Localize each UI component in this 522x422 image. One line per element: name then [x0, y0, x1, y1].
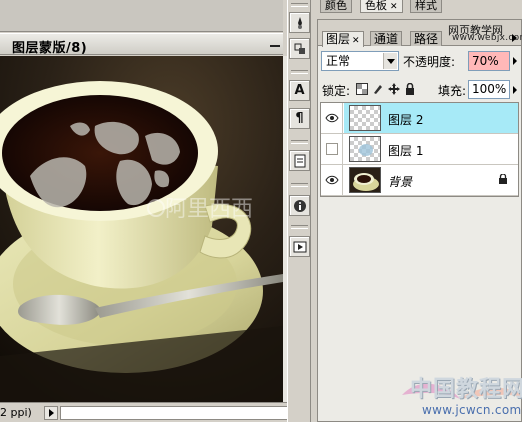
document-title: 图层蒙版/8)	[12, 41, 88, 56]
layer-row-background[interactable]: 背景	[321, 165, 518, 196]
swatches-panel-tabs: 颜色 色板 ✕ 样式	[312, 0, 522, 13]
tab-channels[interactable]: 通道	[370, 31, 403, 46]
panel-dock-strip: A ¶	[287, 0, 311, 422]
layer-body[interactable]: 背景	[344, 165, 518, 195]
info-icon[interactable]	[289, 195, 310, 216]
dock-grip[interactable]	[291, 70, 308, 74]
eye-icon[interactable]	[325, 113, 339, 123]
opacity-field[interactable]: 70%	[468, 51, 510, 71]
tab-swatches[interactable]: 色板 ✕	[360, 0, 403, 13]
status-bar: 2 ppi)	[0, 402, 310, 422]
layer-body[interactable]: 图层 1	[344, 134, 518, 164]
horizontal-scrollbar[interactable]	[60, 406, 308, 420]
document-top-bar	[0, 0, 283, 32]
lock-icon	[499, 174, 507, 184]
minimize-icon[interactable]	[270, 37, 280, 47]
document-canvas[interactable]: 阿里西西	[0, 56, 283, 402]
fill-slider-arrow-icon[interactable]	[513, 86, 517, 94]
fill-field[interactable]: 100%	[468, 80, 510, 99]
close-icon[interactable]: ✕	[390, 2, 398, 12]
paragraph-icon[interactable]: ¶	[289, 108, 310, 129]
dock-grip[interactable]	[291, 225, 308, 229]
lock-transparency-icon[interactable]	[356, 83, 368, 95]
lock-image-brush-icon[interactable]	[372, 83, 384, 95]
character-icon[interactable]: A	[289, 80, 310, 101]
panel-menu-icon[interactable]	[512, 34, 517, 42]
status-menu-button[interactable]	[44, 406, 58, 420]
actions-play-icon[interactable]	[289, 236, 310, 257]
bottom-watermark: 中国教程网 www.jcwcn.com	[400, 365, 522, 422]
tab-styles[interactable]: 样式	[410, 0, 442, 13]
bottom-watermark-text: 中国教程网	[410, 377, 522, 402]
opacity-label: 不透明度:	[403, 55, 456, 69]
layer-list: 图层 2 图层 1 背景	[320, 102, 519, 197]
status-zoom[interactable]: 2 ppi)	[0, 406, 42, 420]
blend-row: 正常 不透明度: 70%	[318, 50, 521, 72]
layer-thumbnail	[349, 167, 381, 193]
layer-name[interactable]: 图层 2	[388, 111, 423, 128]
tab-layers[interactable]: 图层 ✕	[322, 31, 364, 47]
lock-all-icon[interactable]	[404, 83, 416, 95]
bottom-watermark-url: www.jcwcn.com	[422, 403, 522, 417]
canvas-watermark: 阿里西西	[165, 197, 253, 222]
layers-panel-tabs: 网页教学网 www.webjx.com 图层 ✕ 通道 路径	[318, 20, 522, 47]
brush-preset-icon[interactable]	[289, 12, 310, 33]
tab-paths[interactable]: 路径	[410, 31, 443, 46]
opacity-slider-arrow-icon[interactable]	[513, 57, 517, 65]
lock-label: 锁定:	[322, 84, 351, 98]
fill-label: 填充:	[438, 84, 467, 98]
layer-name[interactable]: 背景	[388, 173, 412, 190]
layer-row-layer-2[interactable]: 图层 2	[321, 103, 518, 134]
dock-grip[interactable]	[291, 183, 308, 187]
chevron-down-icon[interactable]	[383, 53, 397, 69]
hidden-visibility-box[interactable]	[326, 143, 338, 155]
lock-position-move-icon[interactable]	[388, 83, 400, 95]
layer-row-layer-1[interactable]: 图层 1	[321, 134, 518, 165]
blend-mode-select[interactable]: 正常	[321, 51, 399, 71]
eye-icon[interactable]	[325, 175, 339, 185]
layer-visibility-toggle[interactable]	[321, 165, 343, 195]
notes-icon[interactable]	[289, 150, 310, 171]
coffee-cup-image: 阿里西西	[0, 56, 283, 402]
document-title-bar[interactable]: 图层蒙版/8)	[0, 33, 283, 56]
layer-name[interactable]: 图层 1	[388, 142, 423, 159]
layer-thumbnail	[349, 136, 381, 162]
close-icon[interactable]: ✕	[352, 36, 360, 46]
lock-row: 锁定: 填充: 100%	[318, 78, 521, 100]
layers-panel: 网页教学网 www.webjx.com 图层 ✕ 通道 路径 正常 不透明度: 7…	[317, 19, 522, 422]
panel-area: 颜色 色板 ✕ 样式 网页教学网 www.webjx.com 图层 ✕ 通道 路径 …	[312, 0, 522, 422]
photoshop-window: 图层蒙版/8) 阿里西西 2 ppi) A ¶ 颜色 色板 ✕ 样式 网页教学网…	[0, 0, 522, 422]
dock-grip[interactable]	[291, 3, 308, 7]
dock-grip[interactable]	[291, 140, 308, 144]
clone-source-icon[interactable]	[289, 38, 310, 59]
tab-color[interactable]: 颜色	[320, 0, 352, 13]
layer-visibility-toggle[interactable]	[321, 103, 343, 133]
layer-visibility-toggle[interactable]	[321, 134, 343, 164]
layer-body[interactable]: 图层 2	[344, 103, 518, 133]
layer-thumbnail	[349, 105, 381, 131]
